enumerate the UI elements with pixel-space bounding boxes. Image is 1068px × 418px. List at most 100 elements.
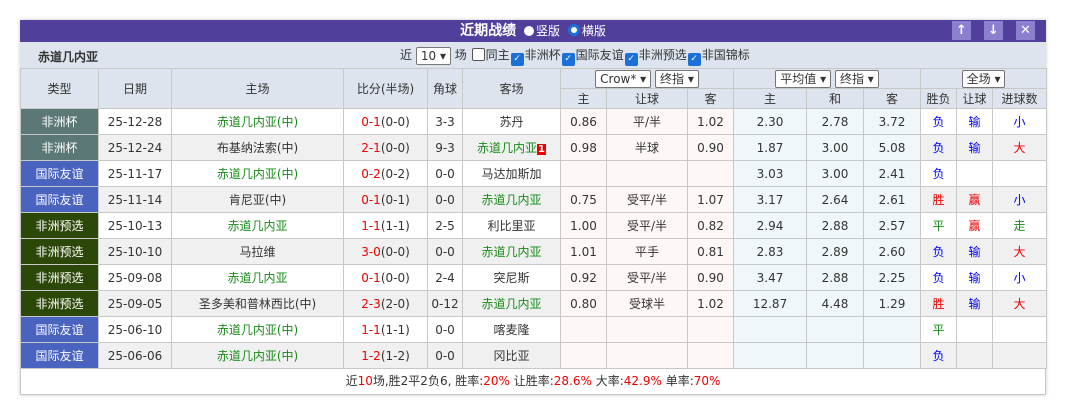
away-team-name: 苏丹: [499, 115, 524, 129]
header-eu-away: 客: [863, 88, 922, 109]
eu-draw-odds: 3.00: [806, 134, 865, 161]
corner-score: 2-5: [427, 212, 463, 239]
away-team[interactable]: 利比里亚: [462, 212, 561, 239]
summary-segment: 单率:: [661, 374, 694, 388]
home-team[interactable]: 肯尼亚(中): [171, 186, 344, 213]
eu-draw-odds: 2.88: [806, 212, 865, 239]
company-select[interactable]: Crow* ▾: [595, 69, 652, 88]
radio-vertical[interactable]: [523, 26, 534, 36]
score: 3-0(0-0): [343, 238, 428, 265]
competition-checkbox[interactable]: ✓: [510, 53, 524, 66]
home-team[interactable]: 赤道几内亚: [171, 212, 344, 239]
home-team[interactable]: 赤道几内亚(中): [171, 342, 344, 369]
goals-result: 小: [992, 264, 1048, 291]
odds-type-value-2: 终指: [839, 71, 864, 86]
period-select[interactable]: 全场 ▾: [961, 69, 1006, 88]
away-team[interactable]: 冈比亚: [462, 342, 561, 369]
ah-away-odds: 0.81: [686, 238, 735, 265]
ah-home-odds: [560, 342, 607, 369]
header-goals: 进球数: [992, 88, 1048, 109]
match-type-badge[interactable]: 非洲杯: [20, 134, 99, 161]
team-name: 赤道几内亚: [38, 50, 99, 64]
eu-home-odds: 3.17: [733, 186, 808, 213]
full-time-score: 1-1: [361, 322, 381, 337]
away-team[interactable]: 赤道几内亚: [462, 238, 561, 265]
half-time-score: (0-2): [380, 166, 410, 181]
ah-home-odds: [560, 160, 607, 187]
ah-away-odds: 1.07: [686, 186, 735, 213]
filter-bar: 赤道几内亚 近 10 ▾ 场 同主 ✓ 非洲杯 ✓ 国际友谊 ✓ 非洲预选 ✓ 非国锦标: [20, 42, 1046, 68]
corner-score: 0-12: [427, 290, 463, 317]
match-type-badge[interactable]: 非洲预选: [20, 238, 99, 265]
away-team[interactable]: 马达加斯加: [462, 160, 561, 187]
away-team[interactable]: 突尼斯: [462, 264, 561, 291]
away-team[interactable]: 苏丹: [462, 108, 561, 135]
summary-segment: 近: [345, 374, 358, 388]
average-value: 平均值: [780, 71, 817, 86]
summary-segment: 42.9%: [623, 374, 662, 388]
move-up-button[interactable]: ↑: [952, 21, 971, 40]
match-date: 25-06-06: [98, 342, 172, 369]
move-down-button[interactable]: ↓: [984, 21, 1003, 40]
match-type-badge[interactable]: 国际友谊: [20, 186, 99, 213]
goals-result: 大: [992, 290, 1048, 317]
odds-type-select-2[interactable]: 终指 ▾: [834, 69, 879, 88]
away-team[interactable]: 喀麦隆: [462, 316, 561, 343]
home-team[interactable]: 赤道几内亚(中): [171, 316, 344, 343]
ah-home-odds: 0.86: [560, 108, 607, 135]
euro-odds-selects: 平均值 ▾ 终指 ▾: [733, 68, 922, 89]
odds-type-select-1[interactable]: 终指 ▾: [655, 69, 699, 88]
same-home-checkbox[interactable]: [471, 48, 485, 61]
home-team[interactable]: 赤道几内亚(中): [171, 160, 344, 187]
result: 胜: [920, 290, 958, 317]
home-team[interactable]: 圣多美和普林西比(中): [171, 290, 344, 317]
home-team[interactable]: 赤道几内亚: [171, 264, 344, 291]
radio-vertical-label[interactable]: 竖版: [536, 24, 560, 38]
eu-home-odds: 3.03: [733, 160, 808, 187]
home-team[interactable]: 布基纳法索(中): [171, 134, 344, 161]
away-team[interactable]: 赤道几内亚: [462, 290, 561, 317]
match-type-badge[interactable]: 国际友谊: [20, 342, 99, 369]
competition-checkbox[interactable]: ✓: [624, 53, 638, 66]
period-select-cell: 全场 ▾: [920, 68, 1048, 89]
header-ah-line: 让球: [606, 88, 688, 109]
corner-score: 2-4: [427, 264, 463, 291]
score: 0-1(0-0): [343, 264, 428, 291]
close-button[interactable]: ✕: [1016, 21, 1035, 40]
score: 1-1(1-1): [343, 212, 428, 239]
match-count-select[interactable]: 10 ▾: [415, 46, 451, 65]
table-row: 非洲杯 25-12-24 布基纳法索(中) 2-1(0-0) 9-3 赤道几内亚1 0.98…: [20, 134, 1048, 161]
ah-line: 受平/半: [606, 212, 688, 239]
goals-result: 大: [992, 238, 1048, 265]
handicap-result: 输: [956, 108, 994, 135]
average-select[interactable]: 平均值 ▾: [775, 69, 832, 88]
competition-checkbox[interactable]: ✓: [561, 53, 575, 66]
radio-horizontal[interactable]: [567, 24, 580, 36]
ah-away-odds: 0.82: [686, 212, 735, 239]
half-time-score: (1-1): [380, 218, 410, 233]
eu-away-odds: 5.08: [863, 134, 922, 161]
eu-away-odds: [863, 316, 922, 343]
match-type-badge[interactable]: 国际友谊: [20, 160, 99, 187]
away-team[interactable]: 赤道几内亚: [462, 186, 561, 213]
match-date: 25-09-05: [98, 290, 172, 317]
match-type-badge[interactable]: 非洲杯: [20, 108, 99, 135]
match-type-badge[interactable]: 非洲预选: [20, 290, 99, 317]
radio-horizontal-label[interactable]: 横版: [582, 24, 606, 38]
match-type-badge[interactable]: 非洲预选: [20, 264, 99, 291]
match-type-badge[interactable]: 国际友谊: [20, 316, 99, 343]
handicap-result: [956, 160, 994, 187]
company-value: Crow*: [600, 71, 637, 86]
recent-suffix: 场: [454, 48, 467, 62]
eu-away-odds: 3.72: [863, 108, 922, 135]
away-team[interactable]: 赤道几内亚1: [462, 134, 561, 161]
home-team[interactable]: 马拉维: [171, 238, 344, 265]
match-type-badge[interactable]: 非洲预选: [20, 212, 99, 239]
competition-checkbox[interactable]: ✓: [687, 53, 701, 66]
score: 2-1(0-0): [343, 134, 428, 161]
eu-draw-odds: 2.78: [806, 108, 865, 135]
table-row: 非洲预选 25-10-13 赤道几内亚 1-1(1-1) 2-5 利比里亚 1.00 受平/半…: [20, 212, 1048, 239]
home-team[interactable]: 赤道几内亚(中): [171, 108, 344, 135]
competition-label: 国际友谊: [575, 48, 624, 62]
summary-segment: 让胜率:: [509, 374, 554, 388]
